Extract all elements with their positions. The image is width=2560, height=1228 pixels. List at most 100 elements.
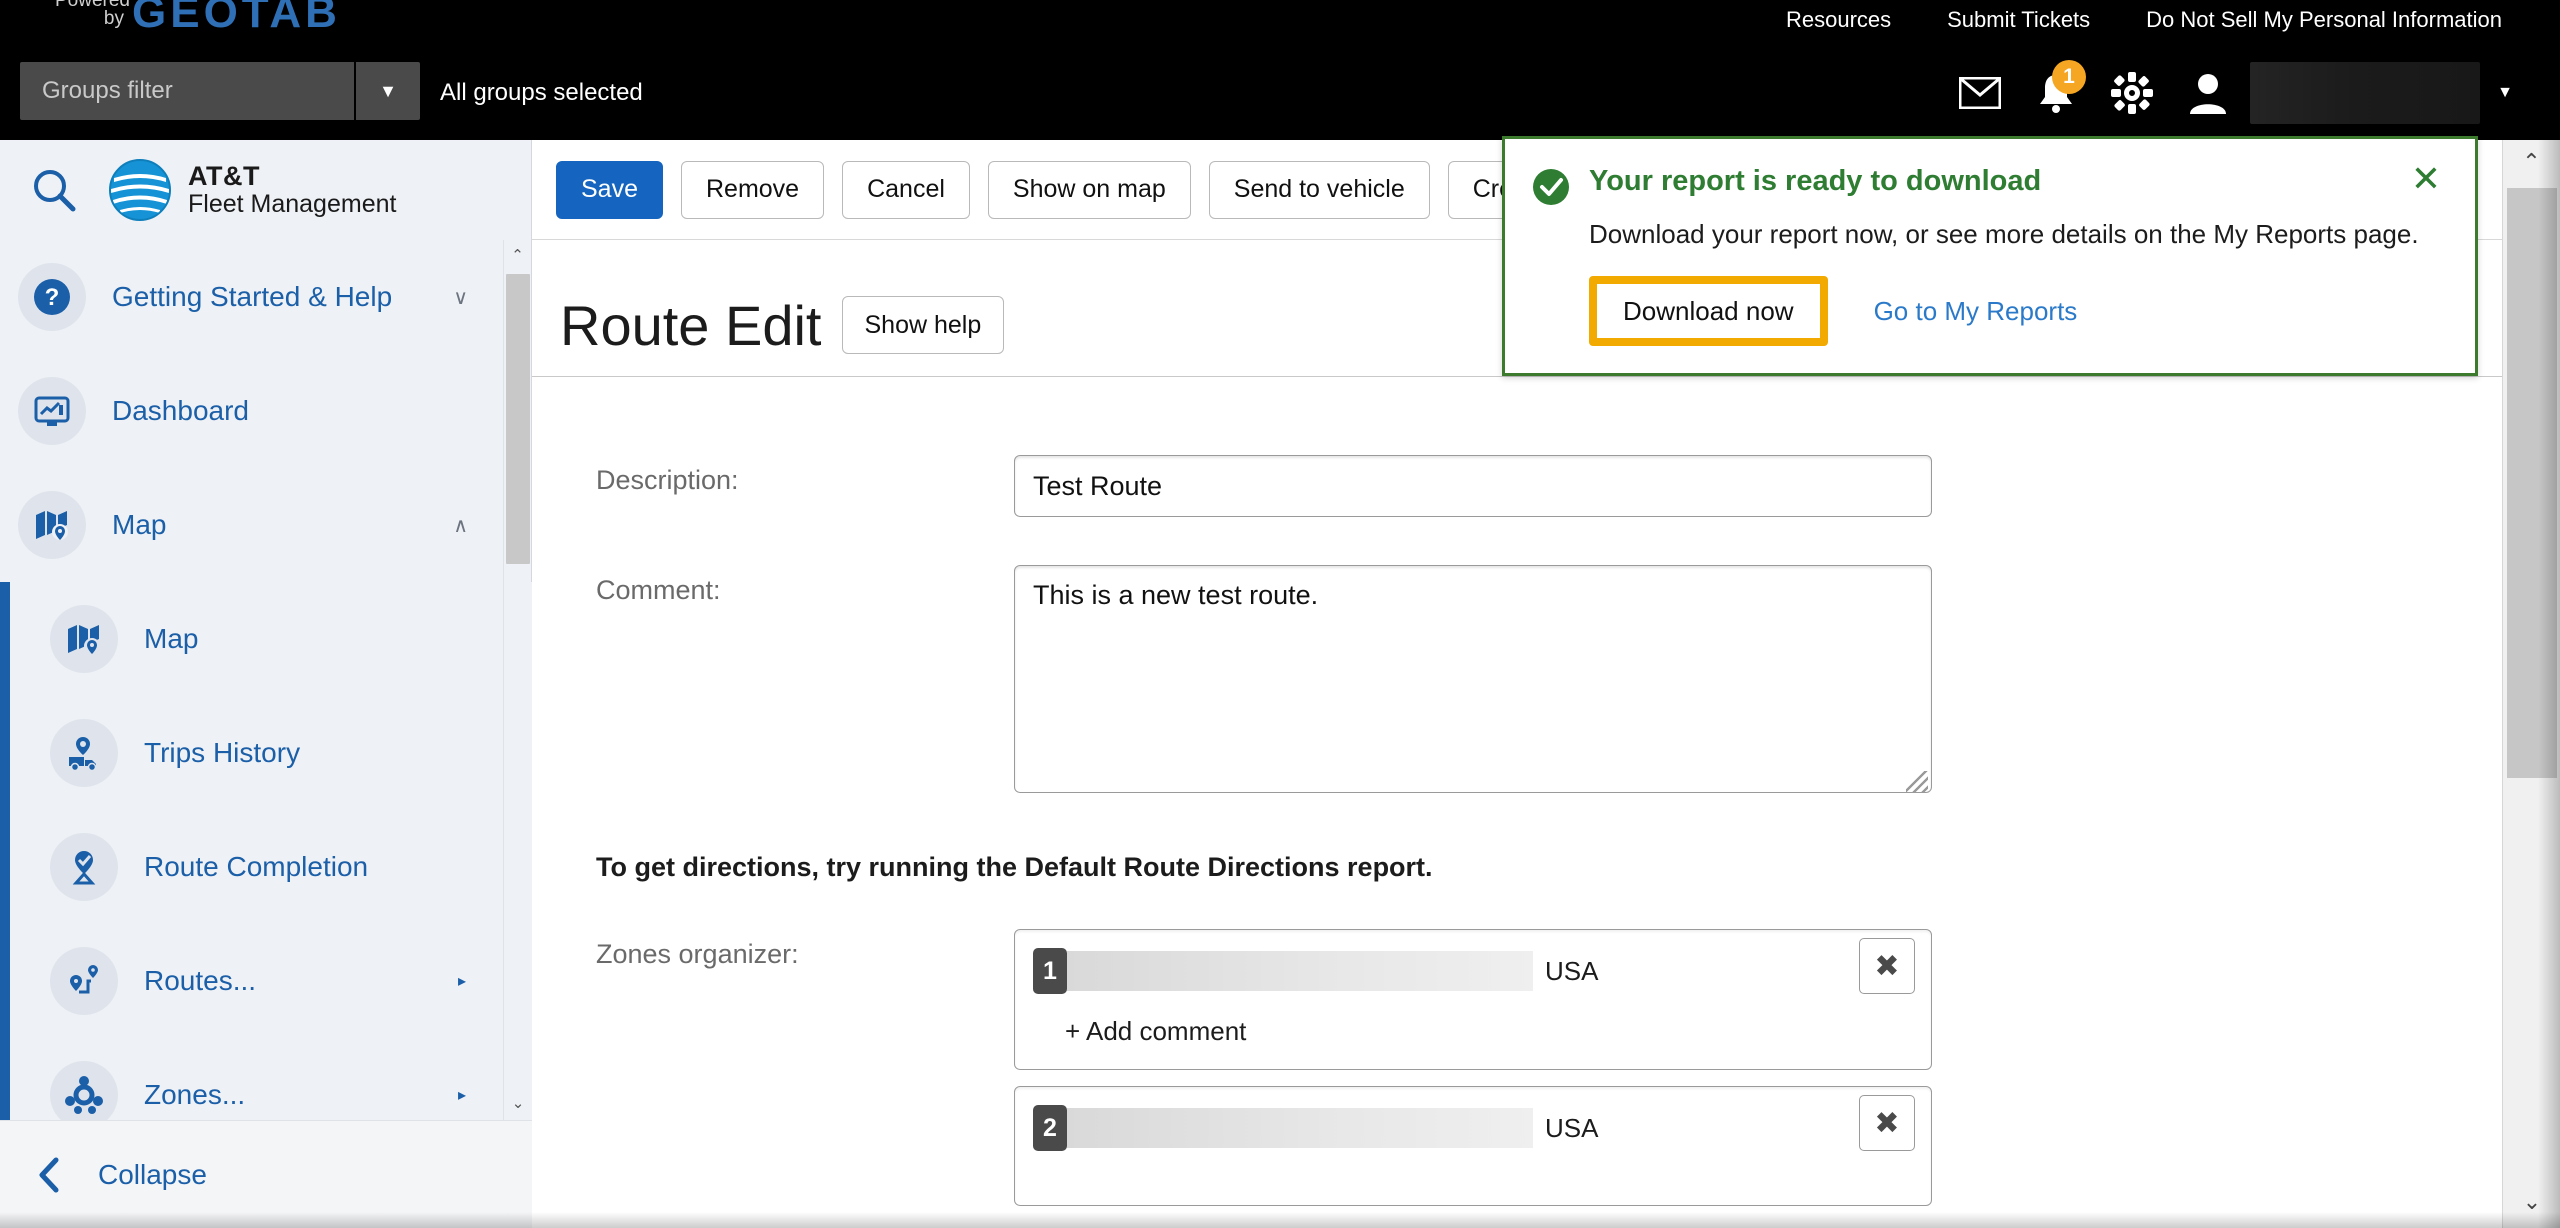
sidebar-item-trips-history[interactable]: Trips History [10,696,532,810]
sidebar-item-label: Map [112,509,167,540]
sidebar-item-label: Getting Started & Help [112,281,393,312]
chevron-left-icon [39,1157,59,1192]
search-icon[interactable] [0,167,108,213]
gear-icon[interactable] [2094,46,2170,140]
sidebar-collapse-button[interactable]: Collapse [0,1120,532,1228]
chevron-right-icon[interactable]: ▸ [458,971,466,991]
page-title: Route Edit [560,293,822,357]
zone-address-redacted [1067,951,1533,991]
send-to-vehicle-button[interactable]: Send to vehicle [1208,160,1430,219]
download-now-button[interactable]: Download now [1597,284,1820,338]
save-button[interactable]: Save [556,160,663,219]
close-icon[interactable]: ✕ [2411,161,2441,197]
chevron-up-icon[interactable]: ∧ [453,513,468,538]
directions-hint: To get directions, try running the Defau… [596,852,1433,882]
notification-badge: 1 [2052,60,2086,94]
sidebar-scroll-up-button[interactable]: ⌃ [504,240,531,270]
description-input[interactable] [1014,455,1932,517]
powered-by-label: Powered by [38,0,130,28]
sidebar-item-label: Routes... [144,965,257,996]
zone-remove-button[interactable]: ✖ [1859,1095,1915,1151]
zone-stop-row: 1 USA ✖ [1015,930,1931,994]
trips-history-truck-icon [50,719,118,787]
cancel-button[interactable]: Cancel [842,160,970,219]
toast-header: Your report is ready to download [1505,139,2475,207]
route-edit-form: Description: Comment: To get directions,… [532,376,2502,1228]
zone-remove-button[interactable]: ✖ [1859,938,1915,994]
show-on-map-button[interactable]: Show on map [987,160,1191,219]
header-icon-group: 1 ▼ [1942,46,2530,140]
att-globe-icon [109,159,171,221]
sidebar-item-zones[interactable]: Zones... ▸ [10,1038,532,1120]
routes-pins-icon [50,947,118,1015]
dashboard-monitor-icon [18,377,86,445]
sidebar-item-label: Zones... [144,1079,246,1110]
sidebar: AT&T Fleet Management ? Getting Started … [0,140,532,1228]
toast-title: Your report is ready to download [1589,165,2042,197]
comment-textarea-wrap [1014,565,1932,798]
user-name-redacted [2250,62,2480,124]
map-icon [18,491,86,559]
sidebar-scroll-area: ? Getting Started & Help ∨ Dashboard Map… [0,240,532,1120]
sidebar-scroll-down-button[interactable]: ⌄ [504,1088,532,1118]
chevron-down-icon[interactable]: ∨ [453,285,468,310]
comment-label: Comment: [596,575,721,605]
all-groups-selected-label: All groups selected [440,79,643,106]
att-fleet-brand: AT&T Fleet Management [108,158,396,222]
sidebar-item-route-completion[interactable]: Route Completion [10,810,532,924]
route-completion-check-pin-icon [50,833,118,901]
nav-link-do-not-sell[interactable]: Do Not Sell My Personal Information [2118,7,2530,33]
chevron-down-icon[interactable]: ▼ [354,62,420,120]
groups-filter-input[interactable]: Groups filter [20,62,354,120]
zones-nodes-icon [50,1061,118,1120]
zone-address-redacted [1067,1108,1533,1148]
comment-row: Comment: [532,565,2502,798]
geotab-logo: GEOTAB [132,0,341,37]
groups-filter-dropdown[interactable]: Groups filter ▼ [20,62,420,120]
svg-text:?: ? [45,284,60,311]
toast-actions: Download now Go to My Reports [1505,250,2475,346]
route-edit-body: Route Edit Show help Description: Commen… [532,240,2502,1228]
report-ready-toast: Your report is ready to download ✕ Downl… [1502,136,2478,376]
page-scrollbar-thumb[interactable] [2507,188,2557,778]
remove-button[interactable]: Remove [680,160,825,219]
sidebar-scrollbar[interactable]: ⌃ ⌄ [503,240,531,1120]
map-icon [50,605,118,673]
notifications-bell-icon[interactable]: 1 [2018,46,2094,140]
brand-line-1: AT&T [188,160,260,191]
sidebar-item-dashboard[interactable]: Dashboard [0,354,532,468]
page-scroll-down-button[interactable]: ⌄ [2503,1180,2560,1224]
by-word: by [103,8,124,29]
zone-stop-number: 1 [1033,948,1067,994]
sidebar-item-getting-started[interactable]: ? Getting Started & Help ∨ [0,240,532,354]
zone-stop-item[interactable]: 1 USA ✖ + Add comment [1014,929,1932,1070]
show-help-button[interactable]: Show help [841,296,1005,354]
comment-textarea[interactable] [1014,565,1932,793]
sidebar-submenu-map: Map Trips History Route Completion Route… [0,582,532,1120]
zones-organizer-label: Zones organizer: [596,939,799,969]
sidebar-item-label: Dashboard [112,395,249,426]
sidebar-item-label: Trips History [144,737,301,768]
user-avatar-icon[interactable] [2170,46,2246,140]
sidebar-item-label: Route Completion [144,851,369,882]
zone-stop-item[interactable]: 2 USA ✖ [1014,1086,1932,1206]
sidebar-item-routes[interactable]: Routes... ▸ [10,924,532,1038]
nav-link-submit-tickets[interactable]: Submit Tickets [1919,7,2118,33]
page-scrollbar[interactable]: ⌃ ⌄ [2502,140,2560,1228]
sidebar-item-map[interactable]: Map ∧ [0,468,532,582]
go-to-my-reports-link[interactable]: Go to My Reports [1874,296,2078,327]
zones-organizer-row: Zones organizer: 1 USA ✖ + Add comment 2… [532,929,2502,1222]
sidebar-item-map-sub[interactable]: Map [10,582,532,696]
nav-link-resources[interactable]: Resources [1758,7,1919,33]
description-row: Description: [532,455,2502,517]
chevron-right-icon[interactable]: ▸ [458,1085,466,1105]
description-label: Description: [596,465,739,495]
page-scroll-up-button[interactable]: ⌃ [2503,140,2560,184]
sidebar-item-label: Map [144,623,199,654]
zone-add-comment-link[interactable]: + Add comment [1015,994,1931,1069]
success-check-icon [1533,169,1569,205]
user-menu-chevron-down-icon[interactable]: ▼ [2480,46,2530,140]
mail-icon[interactable] [1942,46,2018,140]
zone-stop-number: 2 [1033,1105,1067,1151]
sidebar-scrollbar-thumb[interactable] [506,274,530,564]
